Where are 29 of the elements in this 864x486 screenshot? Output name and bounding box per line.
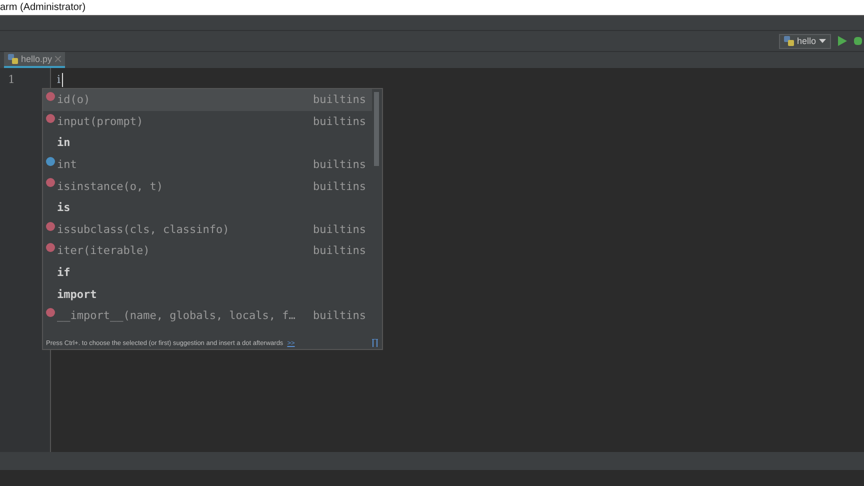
function-icon xyxy=(46,178,54,188)
class-icon xyxy=(46,156,54,166)
caret-icon xyxy=(819,39,826,43)
completion-item[interactable]: int builtins xyxy=(43,154,372,176)
function-icon xyxy=(46,222,54,231)
file-tab[interactable]: hello.py xyxy=(4,52,66,68)
run-config-dropdown[interactable]: hello xyxy=(778,34,831,48)
line-number: 1 xyxy=(7,73,16,86)
completion-item[interactable]: input(prompt) builtins xyxy=(43,110,372,132)
completion-item[interactable]: issubclass(cls, classinfo) builtins xyxy=(43,218,372,240)
function-icon xyxy=(46,308,54,317)
function-icon xyxy=(46,114,54,123)
python-icon xyxy=(784,36,794,46)
run-icon[interactable] xyxy=(838,36,847,46)
debug-icon[interactable] xyxy=(854,36,862,46)
pin-icon[interactable] xyxy=(372,339,378,347)
function-icon xyxy=(46,92,54,101)
completion-item[interactable]: __import__(name, globals, locals, f… builtins xyxy=(43,304,372,327)
completion-item[interactable]: import xyxy=(43,283,372,305)
completion-item[interactable]: is xyxy=(43,196,372,219)
code-line: i xyxy=(57,73,61,87)
completion-item[interactable]: in xyxy=(43,132,372,154)
completion-item[interactable]: id(o) builtins xyxy=(43,89,372,111)
completion-item[interactable]: isinstance(o, t) builtins xyxy=(43,175,372,197)
python-file-icon xyxy=(8,54,18,64)
window-title: arm (Administrator) xyxy=(0,2,86,13)
completion-item[interactable]: iter(iterable) builtins xyxy=(43,240,372,262)
completion-item[interactable]: if xyxy=(43,262,372,284)
function-icon xyxy=(46,243,54,252)
